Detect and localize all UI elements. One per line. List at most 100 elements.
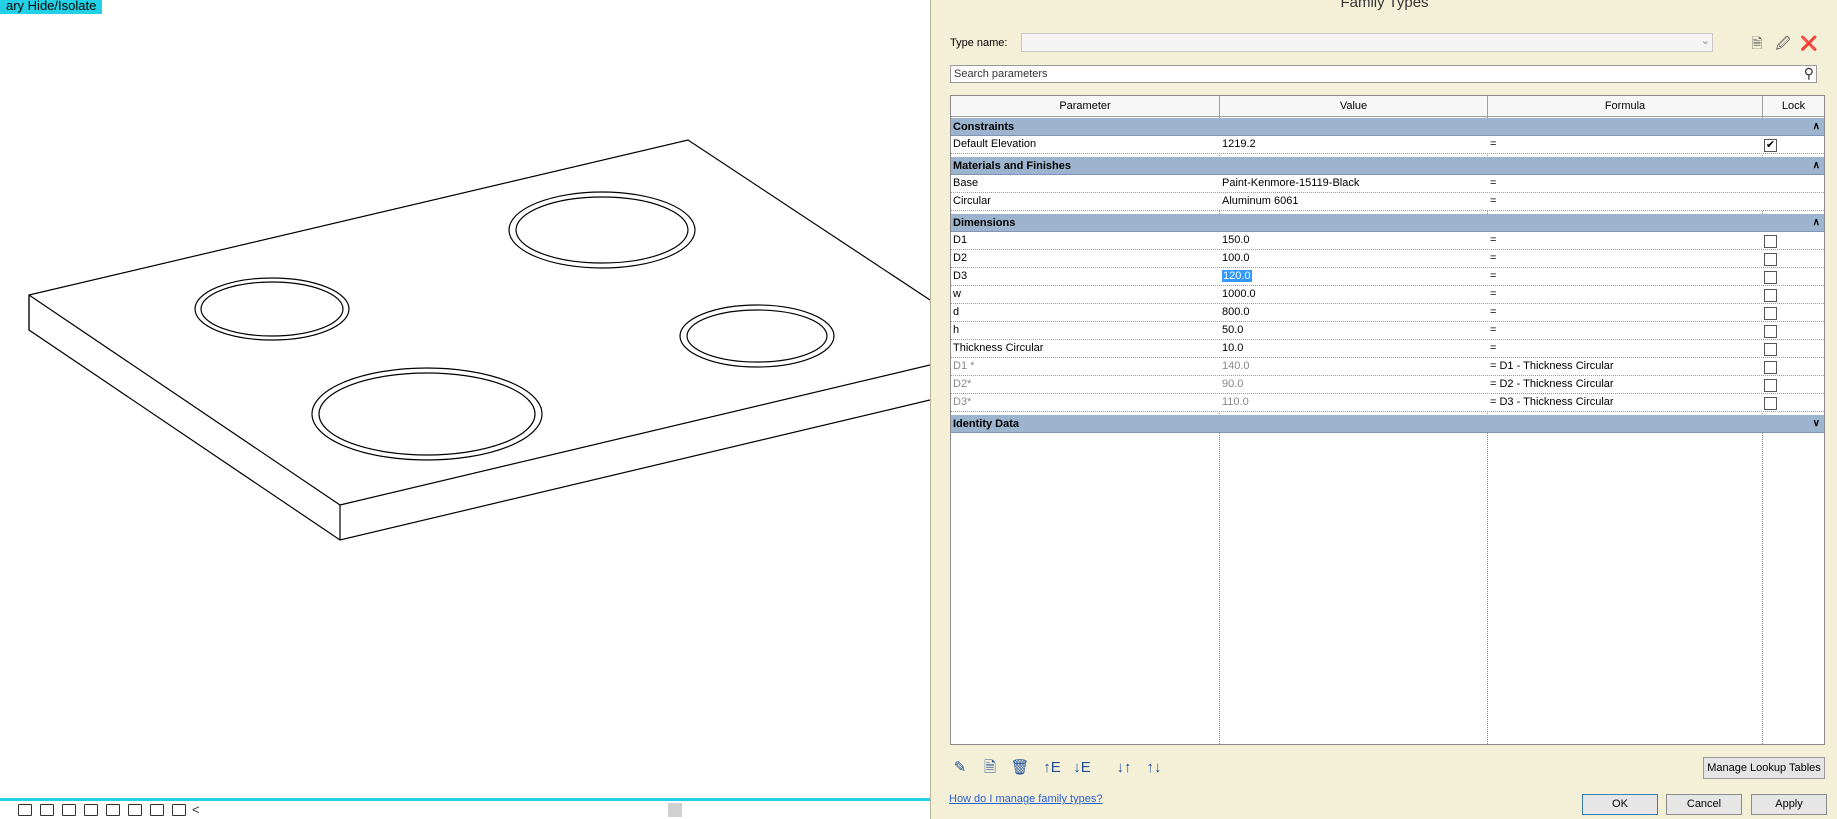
group-header[interactable]: Materials and Finishes ∧	[951, 157, 1824, 175]
formula-cell[interactable]: =	[1488, 232, 1762, 249]
parameter-row[interactable]: Base Paint-Kenmore-15119-Black =	[951, 175, 1824, 193]
delete-parameter-icon[interactable]: 🗑	[1009, 757, 1031, 779]
parameter-row[interactable]: d 800.0 =	[951, 304, 1824, 322]
parameter-row[interactable]: D1 * 140.0 = D1 - Thickness Circular	[951, 358, 1824, 376]
lock-checkbox[interactable]	[1764, 235, 1777, 248]
formula-cell[interactable]: =	[1488, 340, 1762, 357]
header-parameter[interactable]: Parameter	[951, 96, 1220, 117]
group-header[interactable]: Dimensions ∧	[951, 214, 1824, 232]
collapse-chevron-icon[interactable]: ∧	[1813, 157, 1820, 175]
shadows-icon[interactable]	[106, 804, 120, 816]
render-icon[interactable]	[128, 804, 142, 816]
header-lock[interactable]: Lock	[1763, 96, 1824, 117]
scroll-left-arrow[interactable]: <	[192, 802, 200, 817]
value-cell[interactable]: 1000.0	[1220, 286, 1488, 303]
help-link[interactable]: How do I manage family types?	[949, 793, 1102, 805]
formula-cell[interactable]: =	[1488, 250, 1762, 267]
lock-checkbox[interactable]	[1764, 253, 1777, 266]
edit-parameter-icon[interactable]: ✎	[949, 757, 971, 779]
value-cell[interactable]: 1219.2	[1220, 136, 1488, 153]
lock-checkbox[interactable]	[1764, 271, 1777, 284]
rename-type-icon[interactable]: 🖉	[1773, 33, 1793, 53]
parameter-name-cell: Thickness Circular	[953, 342, 1044, 354]
header-value[interactable]: Value	[1220, 96, 1488, 117]
value-cell[interactable]: 90.0	[1220, 376, 1488, 393]
parameter-row[interactable]: w 1000.0 =	[951, 286, 1824, 304]
value-cell[interactable]: 100.0	[1220, 250, 1488, 267]
parameter-row[interactable]: D2* 90.0 = D2 - Thickness Circular	[951, 376, 1824, 394]
formula-cell[interactable]: =	[1488, 286, 1762, 303]
scrollbar-thumb[interactable]	[668, 803, 682, 817]
selected-value-text[interactable]: 120.0	[1222, 270, 1252, 282]
formula-cell[interactable]: =	[1488, 193, 1762, 210]
parameter-row[interactable]: h 50.0 =	[951, 322, 1824, 340]
formula-cell[interactable]: =	[1488, 136, 1762, 153]
model-viewport[interactable]: ary Hide/Isolate <	[0, 0, 930, 819]
formula-cell[interactable]: =	[1488, 175, 1762, 192]
formula-cell[interactable]: =	[1488, 322, 1762, 339]
cancel-button[interactable]: Cancel	[1666, 794, 1742, 815]
search-icon[interactable]: ⚲	[1804, 65, 1814, 81]
value-cell[interactable]: 10.0	[1220, 340, 1488, 357]
type-name-combo[interactable]: ⌄	[1021, 33, 1713, 52]
crop-view-icon[interactable]	[150, 804, 164, 816]
value-cell[interactable]: 800.0	[1220, 304, 1488, 321]
apply-button[interactable]: Apply	[1751, 794, 1827, 815]
collapse-chevron-icon[interactable]: ∧	[1813, 214, 1820, 232]
formula-cell[interactable]: = D3 - Thickness Circular	[1488, 394, 1762, 411]
move-down-icon[interactable]: ↓E	[1071, 757, 1093, 779]
temporary-hide-isolate-label: ary Hide/Isolate	[0, 0, 103, 14]
formula-cell[interactable]: =	[1488, 304, 1762, 321]
group-header[interactable]: Identity Data ∨	[951, 415, 1824, 433]
scale-icon[interactable]	[18, 804, 32, 816]
sort-ascending-icon[interactable]: ↓↑	[1113, 757, 1135, 779]
value-cell[interactable]: 120.0	[1220, 268, 1488, 285]
detail-level-icon[interactable]	[40, 804, 54, 816]
show-crop-icon[interactable]	[172, 804, 186, 816]
group-header[interactable]: Constraints ∧	[951, 118, 1824, 136]
lock-checkbox[interactable]	[1764, 307, 1777, 320]
lock-checkbox[interactable]	[1764, 343, 1777, 356]
model-drawing[interactable]	[0, 0, 930, 800]
sun-path-icon[interactable]	[84, 804, 98, 816]
collapse-chevron-icon[interactable]: ∧	[1813, 118, 1820, 136]
parameter-row[interactable]: D3* 110.0 = D3 - Thickness Circular	[951, 394, 1824, 412]
new-type-icon[interactable]: 🗎	[1747, 33, 1767, 53]
parameter-row[interactable]: Default Elevation 1219.2 = ✔	[951, 136, 1824, 154]
formula-cell[interactable]: = D2 - Thickness Circular	[1488, 376, 1762, 393]
value-cell[interactable]: Paint-Kenmore-15119-Black	[1220, 175, 1488, 192]
visual-style-icon[interactable]	[62, 804, 76, 816]
value-cell[interactable]: Aluminum 6061	[1220, 193, 1488, 210]
new-parameter-icon[interactable]: 🗎	[979, 757, 1001, 779]
parameters-grid[interactable]: Parameter Value Formula Lock Constraints…	[950, 95, 1825, 745]
value-cell[interactable]: 150.0	[1220, 232, 1488, 249]
parameter-row[interactable]: D2 100.0 =	[951, 250, 1824, 268]
lock-checkbox[interactable]	[1764, 361, 1777, 374]
value-cell[interactable]: 140.0	[1220, 358, 1488, 375]
formula-cell[interactable]: =	[1488, 268, 1762, 285]
parameter-row[interactable]: Thickness Circular 10.0 =	[951, 340, 1824, 358]
manage-lookup-tables-button[interactable]: Manage Lookup Tables	[1703, 757, 1825, 779]
value-cell[interactable]: 50.0	[1220, 322, 1488, 339]
search-parameters-input[interactable]: Search parameters ⚲	[950, 65, 1817, 83]
expand-chevron-icon[interactable]: ∨	[1813, 415, 1820, 433]
lock-checkbox[interactable]	[1764, 325, 1777, 338]
move-up-icon[interactable]: ↑E	[1041, 757, 1063, 779]
delete-type-icon[interactable]: ❌	[1799, 33, 1819, 53]
parameter-name-cell: D2	[953, 252, 968, 264]
parameter-row[interactable]: Circular Aluminum 6061 =	[951, 193, 1824, 211]
lock-checkbox[interactable]	[1764, 397, 1777, 410]
parameter-row[interactable]: D3 120.0 =	[951, 268, 1824, 286]
lock-checkbox[interactable]	[1764, 379, 1777, 392]
parameter-row[interactable]: D1 150.0 =	[951, 232, 1824, 250]
parameter-name-cell: D3	[953, 270, 968, 282]
formula-cell[interactable]: = D1 - Thickness Circular	[1488, 358, 1762, 375]
ok-button[interactable]: OK	[1582, 794, 1658, 815]
value-cell[interactable]: 110.0	[1220, 394, 1488, 411]
header-formula[interactable]: Formula	[1488, 96, 1763, 117]
lock-checkbox[interactable]	[1764, 289, 1777, 302]
lock-checkbox[interactable]: ✔	[1764, 139, 1777, 152]
parameter-name-cell: Base	[953, 177, 979, 189]
family-types-dialog: Family Types Type name: ⌄ 🗎 🖉 ❌ Search p…	[930, 0, 1837, 819]
sort-descending-icon[interactable]: ↑↓	[1143, 757, 1165, 779]
